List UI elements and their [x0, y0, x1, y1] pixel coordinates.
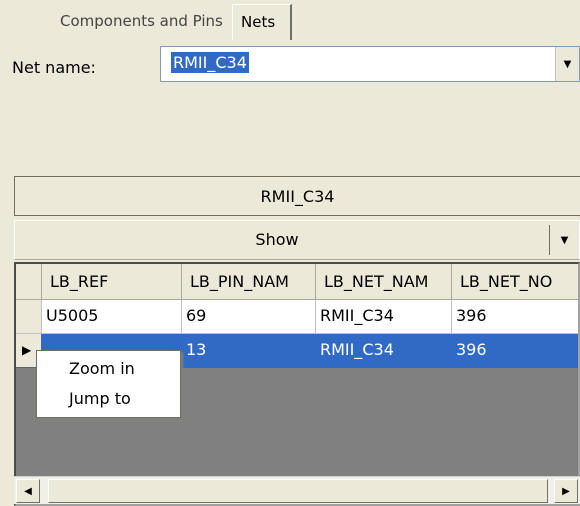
net-title: RMII_C34: [14, 176, 580, 216]
column-header[interactable]: LB_NET_NO: [452, 264, 578, 300]
menu-item-zoom-in[interactable]: Zoom in: [69, 359, 135, 378]
cell-ref[interactable]: U5005: [42, 300, 182, 334]
table-header: LB_REF LB_PIN_NAM LB_NET_NAM LB_NET_NO: [16, 264, 578, 300]
tab-strip: Components and Pins Nets: [0, 0, 580, 40]
cell-net-no[interactable]: 396: [452, 334, 578, 368]
column-header[interactable]: LB_REF: [42, 264, 182, 300]
column-header[interactable]: LB_PIN_NAM: [182, 264, 316, 300]
cell-pin[interactable]: 69: [182, 300, 316, 334]
horizontal-scrollbar[interactable]: ◀ ▶: [14, 476, 580, 504]
scrollbar-thumb[interactable]: [48, 479, 548, 503]
tab-nets[interactable]: Nets: [232, 4, 292, 40]
chevron-down-icon[interactable]: ▼: [549, 225, 579, 255]
cell-net[interactable]: RMII_C34: [316, 334, 452, 368]
show-dropdown[interactable]: Show ▼: [14, 220, 580, 260]
cell-net-no[interactable]: 396: [452, 300, 578, 334]
net-name-combobox[interactable]: RMII_C34 ▼: [160, 46, 580, 82]
net-name-value[interactable]: RMII_C34: [171, 52, 249, 73]
cell-net[interactable]: RMII_C34: [316, 300, 452, 334]
table-row[interactable]: U5005 69 RMII_C34 396: [16, 300, 578, 334]
triangle-right-icon[interactable]: ▶: [554, 479, 578, 503]
menu-item-jump-to[interactable]: Jump to: [69, 389, 131, 408]
row-header-corner: [16, 264, 42, 300]
context-menu: Zoom in Jump to: [36, 350, 181, 418]
chevron-down-icon[interactable]: ▼: [555, 47, 579, 81]
triangle-left-icon[interactable]: ◀: [16, 479, 40, 503]
show-label: Show: [255, 230, 299, 249]
net-name-label: Net name:: [12, 58, 96, 77]
row-indicator[interactable]: [16, 300, 42, 334]
cell-pin[interactable]: 13: [182, 334, 316, 368]
column-header[interactable]: LB_NET_NAM: [316, 264, 452, 300]
tab-components-and-pins[interactable]: Components and Pins: [52, 6, 232, 40]
triangle-right-icon: ▶: [22, 343, 32, 357]
